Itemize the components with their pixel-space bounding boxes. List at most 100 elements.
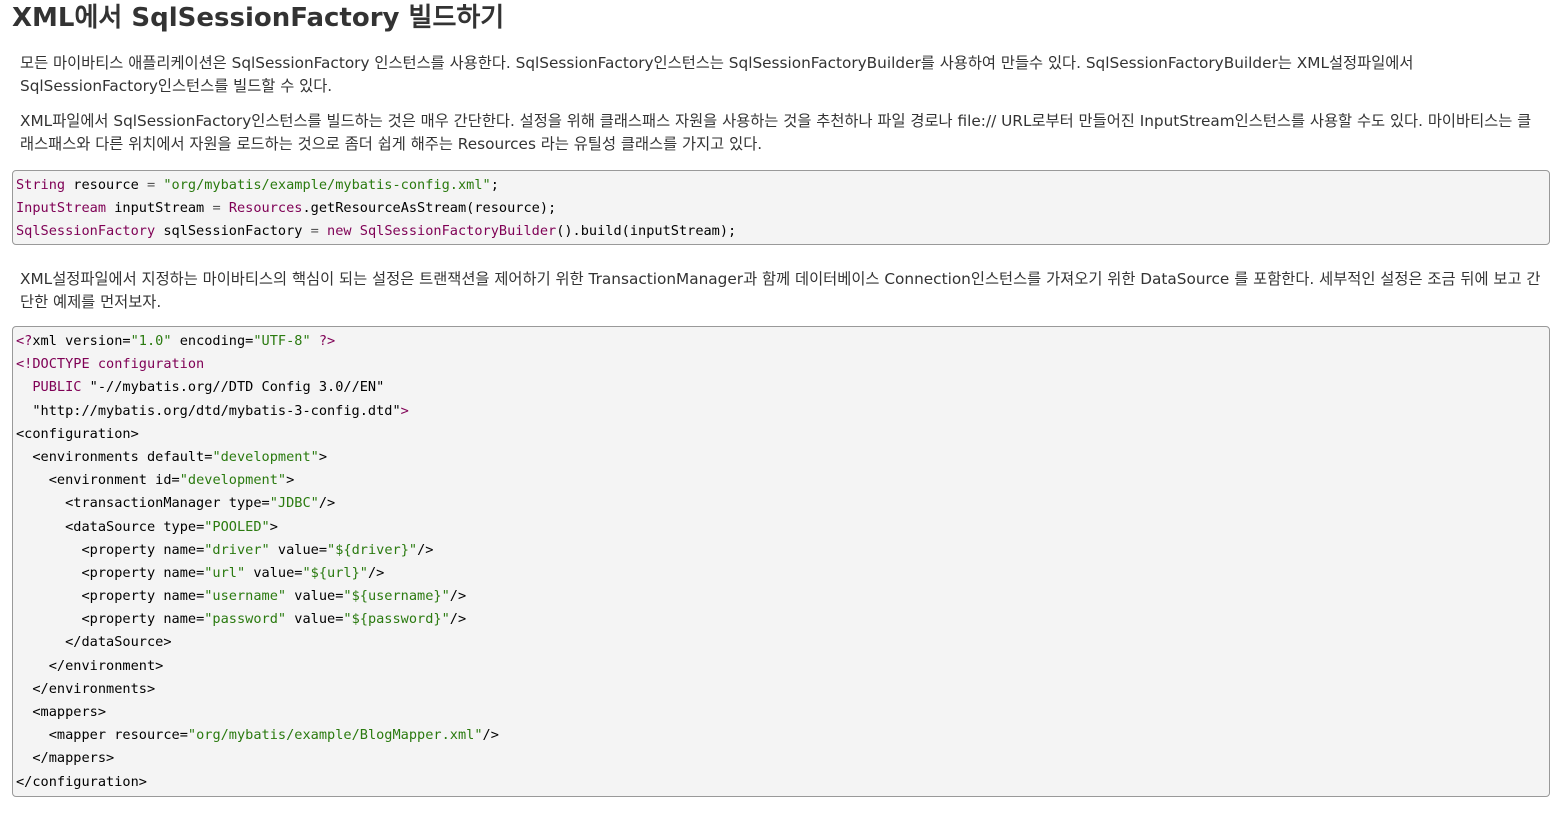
code-token: "1.0"	[130, 333, 172, 349]
code-token: />	[367, 564, 385, 581]
code-token: ().build(inputStream);	[556, 223, 737, 240]
code-line: <environment id="development">	[16, 469, 1549, 492]
code-token: "driver"	[204, 541, 270, 558]
code-token: "JDBC"	[269, 495, 319, 512]
code-token: <property	[16, 564, 164, 581]
code-token: <environment	[16, 472, 156, 489]
code-token: type=	[228, 495, 270, 512]
code-token: "development"	[212, 448, 319, 465]
code-token: xml version=	[32, 333, 131, 349]
code-line: "http://mybatis.org/dtd/mybatis-3-config…	[16, 400, 1549, 423]
resources-paragraph: XML파일에서 SqlSessionFactory인스턴스를 빌드하는 것은 매…	[20, 112, 1532, 153]
code-token: <property	[16, 611, 164, 628]
code-token: "org/mybatis/example/mybatis-config.xml"	[163, 177, 491, 193]
code-token: </environments>	[16, 680, 156, 697]
code-line: <mappers>	[16, 701, 1549, 724]
code-token: ;	[490, 177, 499, 193]
code-token: "${url}"	[302, 564, 368, 581]
code-token: "${password}"	[343, 611, 450, 628]
code-token: id=	[155, 472, 180, 489]
code-token: <environments	[16, 448, 147, 465]
code-token: <configuration>	[16, 425, 139, 442]
intro-paragraph: 모든 마이바티스 애플리케이션은 SqlSessionFactory 인스턴스를…	[20, 54, 1414, 95]
code-token: name=	[163, 611, 205, 628]
code-token: ?>	[318, 333, 336, 349]
code-token: .getResourceAsStream(resource);	[302, 200, 557, 217]
code-token: name=	[163, 588, 205, 605]
code-line: </dataSource>	[16, 631, 1549, 654]
code-token: =	[212, 200, 221, 217]
code-line: <property name="url" value="${url}"/>	[16, 562, 1549, 585]
code-token: <transactionManager	[16, 495, 229, 512]
code-token: Resources	[228, 200, 303, 217]
code-token: "username"	[204, 588, 287, 605]
code-token: value=	[286, 611, 344, 628]
code-token: value=	[269, 541, 328, 558]
code-token: "${driver}"	[327, 541, 418, 558]
code-token: value=	[245, 564, 303, 581]
code-token: </configuration>	[16, 773, 147, 790]
code-token: value=	[286, 588, 344, 605]
code-line: InputStream inputStream = Resources.getR…	[16, 197, 1549, 220]
code-token: inputStream	[106, 200, 213, 217]
code-token: InputStream	[16, 200, 107, 217]
code-token: "org/mybatis/example/BlogMapper.xml"	[187, 727, 483, 744]
code-token: new	[327, 223, 352, 240]
code-line: <environments default="development">	[16, 446, 1549, 469]
code-token: name=	[163, 564, 205, 581]
code-token: resource=	[114, 727, 188, 744]
code-token: <mappers>	[16, 704, 107, 720]
code-token: "-//mybatis.org//DTD Config 3.0//EN"	[89, 379, 385, 396]
code-token: <mapper	[16, 727, 115, 744]
code-token: "POOLED"	[204, 518, 270, 535]
code-token: />	[449, 611, 467, 628]
code-token: "password"	[204, 611, 287, 628]
code-token: "${username}"	[343, 588, 450, 605]
code-token: PUBLIC	[16, 379, 90, 396]
code-token: >	[286, 472, 295, 489]
config-paragraph: XML설정파일에서 지정하는 마이바티스의 핵심이 되는 설정은 트랜잭션을 제…	[20, 270, 1541, 311]
code-token: default=	[146, 448, 213, 465]
code-token: SqlSessionFactoryBuilder	[359, 223, 557, 240]
code-token: >	[400, 402, 409, 419]
code-token: />	[318, 495, 336, 512]
code-token: resource	[65, 177, 147, 193]
code-token: encoding=	[171, 333, 254, 349]
code-line: PUBLIC "-//mybatis.org//DTD Config 3.0//…	[16, 376, 1549, 399]
xml-code-block: <?xml version="1.0" encoding="UTF-8" ?> <…	[12, 326, 1550, 797]
code-line: <?xml version="1.0" encoding="UTF-8" ?>	[16, 330, 1549, 353]
code-line: </mappers>	[16, 747, 1549, 770]
code-token: />	[417, 541, 434, 558]
code-line: <mapper resource="org/mybatis/example/Bl…	[16, 724, 1549, 747]
code-line: <property name="username" value="${usern…	[16, 585, 1549, 608]
code-line: <property name="driver" value="${driver}…	[16, 539, 1549, 562]
code-token: >	[269, 518, 278, 535]
code-line: </configuration>	[16, 771, 1549, 794]
code-line: <dataSource type="POOLED">	[16, 516, 1549, 539]
code-line: SqlSessionFactory sqlSessionFactory = ne…	[16, 220, 1549, 243]
code-line: </environment>	[16, 655, 1549, 678]
code-token: </dataSource>	[16, 634, 172, 651]
code-token: "development"	[179, 472, 287, 489]
code-token: =	[310, 223, 319, 240]
code-token: String	[16, 177, 66, 193]
code-token: >	[318, 448, 328, 465]
code-token: "UTF-8"	[253, 333, 311, 349]
code-token: type=	[163, 518, 205, 535]
code-token: SqlSessionFactory	[16, 223, 156, 240]
code-token: />	[482, 727, 499, 744]
code-token: />	[449, 588, 467, 605]
code-line: <property name="password" value="${passw…	[16, 608, 1549, 631]
code-token: </mappers>	[16, 750, 115, 767]
code-token: =	[146, 177, 156, 193]
code-line: String resource = "org/mybatis/example/m…	[16, 174, 1549, 197]
code-token: <property	[16, 541, 164, 558]
code-token: <dataSource	[16, 518, 164, 535]
code-token: name=	[163, 541, 205, 558]
code-line: <transactionManager type="JDBC"/>	[16, 492, 1549, 515]
code-token: <!DOCTYPE configuration	[16, 356, 205, 373]
code-token: </environment>	[16, 657, 164, 674]
